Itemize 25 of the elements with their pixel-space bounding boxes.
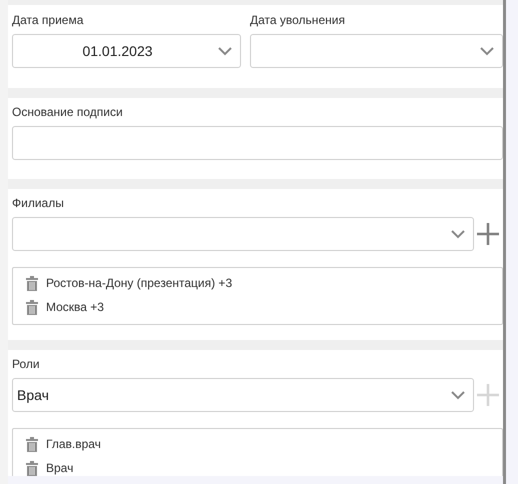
list-item-text: Врач [46, 460, 74, 476]
trash-icon[interactable] [26, 276, 38, 290]
dropdown-field[interactable]: 01.01.2023 [12, 34, 241, 68]
field-label: Дата приема [12, 12, 84, 28]
trash-icon[interactable] [26, 460, 38, 476]
date-value: 01.01.2023 [81, 42, 154, 60]
list-item-text: Ростов-на-Дону (презентация) +3 [46, 275, 232, 292]
field-label: Дата увольнения [250, 12, 346, 28]
list-item-text: Глав.врач [46, 436, 101, 453]
trash-icon[interactable] [26, 300, 38, 314]
dropdown-field[interactable] [12, 217, 474, 251]
selected-value: Врач [17, 386, 50, 405]
dropdown-field[interactable]: Врач [12, 378, 474, 412]
trash-icon[interactable] [26, 436, 38, 452]
chevron-down-icon [218, 46, 232, 56]
chevron-down-icon [480, 46, 494, 56]
field-label: Основание подписи [12, 104, 124, 120]
dropdown-field[interactable] [250, 34, 503, 68]
chevron-down-icon [451, 390, 465, 400]
field-label: Роли [12, 356, 41, 372]
add-icon[interactable] [477, 223, 499, 245]
input-field[interactable] [12, 126, 503, 160]
list-item-text: Москва +3 [46, 299, 104, 316]
field-label: Филиалы [12, 195, 65, 211]
chevron-down-icon [451, 230, 465, 238]
